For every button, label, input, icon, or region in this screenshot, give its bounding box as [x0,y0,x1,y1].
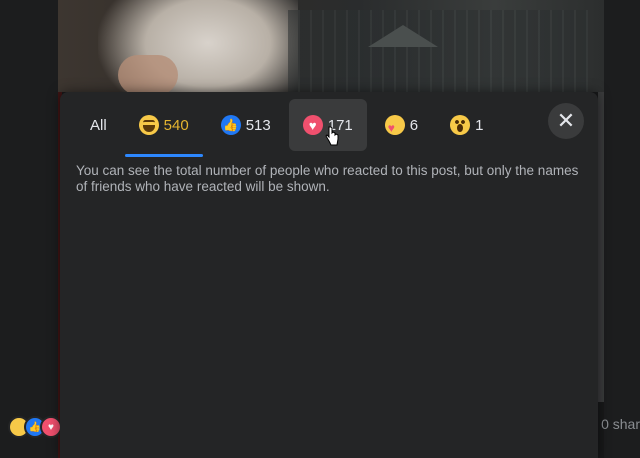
wow-icon [450,115,471,135]
like-icon: 👍 [220,115,241,135]
post-photo [58,0,604,92]
pointer-cursor-icon [325,126,339,146]
tab-wow-count: 1 [475,116,484,134]
feed-reaction-summary[interactable]: 👍 ♥ [8,416,62,438]
tab-like-count: 513 [245,116,271,134]
reaction-tabs: All 540 👍 513 ♥ 171 ♥ 6 1 [76,96,501,157]
reactions-dialog: All 540 👍 513 ♥ 171 ♥ 6 1 ✕ You can see … [60,92,598,458]
feed-shares-count[interactable]: 0 shar [601,416,640,432]
tab-care[interactable]: ♥ 6 [371,99,432,151]
feed-right-panel [604,0,640,458]
reactions-info-text: You can see the total number of people w… [76,163,579,194]
tab-haha[interactable]: 540 [124,99,203,157]
tab-care-count: 6 [409,116,419,134]
photo-roof [368,25,438,47]
tab-wow[interactable]: 1 [436,99,497,151]
close-button[interactable]: ✕ [548,103,584,139]
love-icon: ♥ [302,115,323,135]
haha-icon [138,115,159,135]
feed-edge-right [598,92,604,402]
close-icon: ✕ [556,108,576,133]
photo-building [288,10,588,92]
love-icon: ♥ [40,416,62,438]
tab-all-label: All [90,116,107,134]
feed-left-panel [0,0,58,458]
tab-haha-count: 540 [163,116,189,134]
care-icon: ♥ [384,115,405,135]
tab-like[interactable]: 👍 513 [207,99,285,151]
tab-all[interactable]: All [76,99,121,151]
photo-hand [118,55,178,92]
